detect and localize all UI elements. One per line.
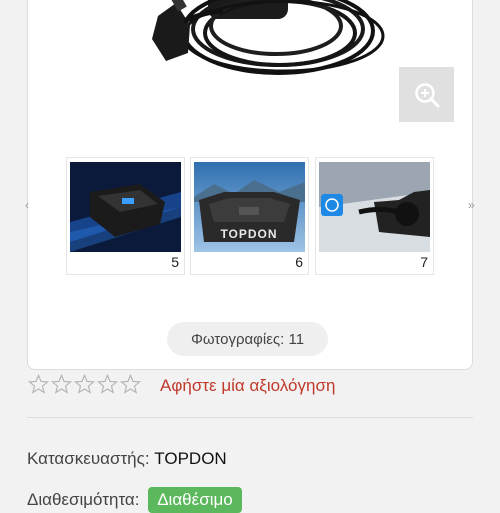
star-outline-icon[interactable] <box>96 374 119 394</box>
thumbnail-number: 7 <box>420 254 428 270</box>
manufacturer-row: Κατασκευαστής: TOPDON <box>27 449 227 469</box>
chevron-right-icon[interactable]: » <box>468 198 475 212</box>
thumbnail-image <box>70 162 181 252</box>
availability-row: Διαθεσιμότητα: Διαθέσιμο <box>27 487 242 513</box>
thumbnail-number: 5 <box>171 254 179 270</box>
thumbnail-image <box>319 162 430 252</box>
star-outline-icon[interactable] <box>50 374 73 394</box>
divider <box>27 417 473 418</box>
leave-review-link[interactable]: Αφήστε μία αξιολόγηση <box>160 376 335 396</box>
zoom-button[interactable] <box>399 67 454 122</box>
main-product-image[interactable] <box>128 0 418 81</box>
thumbnail-7[interactable]: 7 <box>315 157 434 275</box>
star-outline-icon[interactable] <box>119 374 142 394</box>
topdon-logo: TOPDON <box>220 227 277 241</box>
availability-badge: Διαθέσιμο <box>148 487 242 513</box>
star-rating[interactable] <box>27 372 142 396</box>
thumbnail-image: TOPDON <box>194 162 305 252</box>
star-outline-icon[interactable] <box>73 374 96 394</box>
product-gallery: ‹ » 5 TOPDON 6 7 Φωτογραφίες: 11 <box>25 0 475 370</box>
photo-count-button[interactable]: Φωτογραφίες: 11 <box>167 322 328 356</box>
thumbnail-6[interactable]: TOPDON 6 <box>190 157 309 275</box>
thumbnail-5[interactable]: 5 <box>66 157 185 275</box>
star-outline-icon[interactable] <box>27 374 50 394</box>
chevron-left-icon[interactable]: ‹ <box>25 198 29 212</box>
manufacturer-label: Κατασκευαστής: <box>27 449 150 468</box>
photo-count-label: Φωτογραφίες: 11 <box>190 330 305 348</box>
zoom-in-icon <box>414 82 439 107</box>
manufacturer-value[interactable]: TOPDON <box>154 449 226 468</box>
thumbnail-number: 6 <box>295 254 303 270</box>
